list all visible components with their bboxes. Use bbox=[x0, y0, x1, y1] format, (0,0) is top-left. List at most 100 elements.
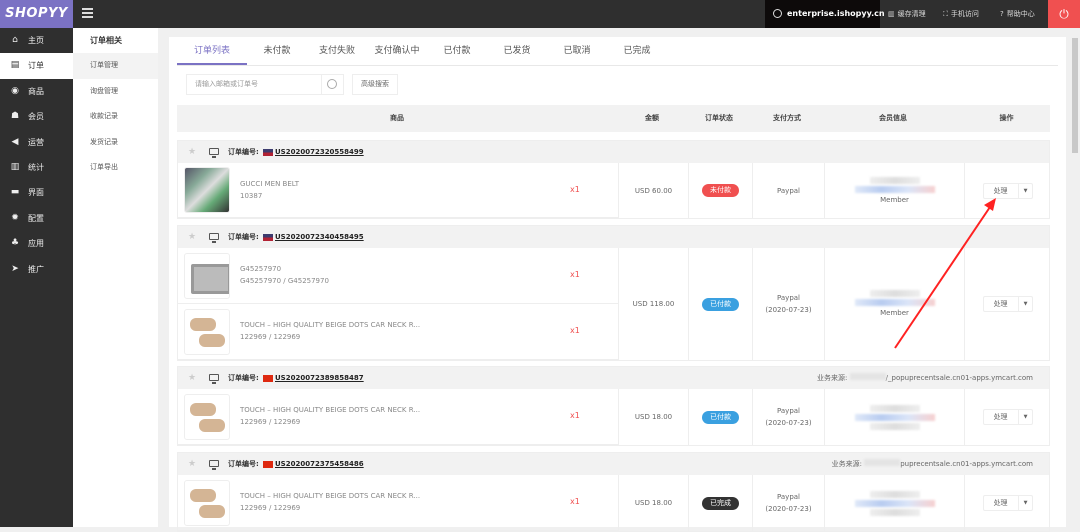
sidebar-item[interactable]: ◉ 商品 bbox=[0, 79, 73, 104]
subnav-item[interactable]: 订单导出 bbox=[73, 155, 158, 181]
payment-cell: Paypal (2020-07-23) bbox=[752, 475, 824, 531]
star-icon[interactable]: ★ bbox=[188, 367, 196, 389]
product-thumbnail[interactable] bbox=[184, 393, 230, 440]
member-cell bbox=[824, 389, 964, 445]
cache-clear-button[interactable]: ▥ 缓存清理 bbox=[888, 0, 926, 28]
col-action: 操作 bbox=[999, 114, 1014, 122]
subnav-item[interactable]: 询盘管理 bbox=[73, 79, 158, 105]
product-thumbnail[interactable] bbox=[184, 167, 230, 213]
search-icon[interactable] bbox=[321, 75, 343, 94]
process-button[interactable]: 处理 bbox=[984, 410, 1018, 424]
chevron-down-icon[interactable]: ▼ bbox=[1017, 410, 1033, 424]
product-qty: x1 bbox=[570, 411, 580, 420]
product-row: TOUCH – HIGH QUALITY BEIGE DOTS CAR NECK… bbox=[178, 389, 618, 445]
process-dropdown[interactable]: 处理 ▼ bbox=[982, 296, 1034, 312]
product-name[interactable]: TOUCH – HIGH QUALITY BEIGE DOTS CAR NECK… bbox=[240, 321, 420, 329]
sidebar-item[interactable]: ☗ 会员 bbox=[0, 104, 73, 129]
sidebar-item[interactable]: ⌂ 主页 bbox=[0, 28, 73, 53]
search-input[interactable]: 请输入邮箱或订单号 bbox=[186, 74, 344, 95]
product-qty: x1 bbox=[570, 497, 580, 506]
blurred-member-email[interactable] bbox=[854, 185, 935, 193]
order-number-label: 订单编号: bbox=[228, 233, 259, 241]
product-thumbnail[interactable] bbox=[184, 308, 230, 355]
star-icon[interactable]: ★ bbox=[188, 141, 196, 163]
source-label: 业务来源: bbox=[817, 374, 848, 382]
order-amount: USD 118.00 bbox=[632, 300, 675, 308]
chevron-down-icon[interactable]: ▼ bbox=[1017, 297, 1033, 311]
sidebar-item[interactable]: ♣ 应用 bbox=[0, 231, 73, 256]
tab[interactable]: 已取消 bbox=[547, 37, 607, 65]
order-number-link[interactable]: US2020072320558499 bbox=[275, 141, 364, 163]
store-domain-link[interactable]: enterprise.ishopyy.cn bbox=[765, 0, 885, 28]
blurred-member-email[interactable] bbox=[854, 499, 935, 507]
order-number-link[interactable]: US2020072340458495 bbox=[275, 226, 364, 248]
blurred-member-email[interactable] bbox=[854, 299, 935, 306]
mobile-label: 手机访问 bbox=[950, 10, 979, 18]
tab[interactable]: 订单列表 bbox=[177, 37, 247, 65]
tab[interactable]: 支付确认中 bbox=[367, 37, 427, 65]
sidebar-item[interactable]: ▤ 订单 bbox=[0, 53, 73, 79]
scrollbar-thumb[interactable] bbox=[1072, 38, 1078, 153]
subnav-item[interactable]: 订单管理 bbox=[73, 53, 158, 79]
scrollbar[interactable] bbox=[1070, 28, 1080, 527]
tab[interactable]: 支付失败 bbox=[307, 37, 367, 65]
order-status-cell: 未付款 bbox=[688, 163, 752, 218]
product-name[interactable]: GUCCI MEN BELT bbox=[240, 180, 299, 188]
advanced-search-button[interactable]: 高级搜索 bbox=[352, 74, 398, 95]
cache-label: 缓存清理 bbox=[897, 10, 926, 18]
sidebar-item[interactable]: ◀ 运营 bbox=[0, 130, 73, 155]
desktop-icon bbox=[209, 374, 219, 384]
help-center-button[interactable]: ? 帮助中心 bbox=[1000, 0, 1035, 28]
product-thumbnail[interactable] bbox=[184, 252, 230, 299]
hamburger-menu-icon[interactable] bbox=[82, 8, 93, 18]
sidebar-item[interactable]: ▥ 统计 bbox=[0, 155, 73, 180]
tab[interactable]: 未付款 bbox=[247, 37, 307, 65]
chevron-down-icon[interactable]: ▼ bbox=[1017, 183, 1033, 198]
member-cell: Member bbox=[824, 248, 964, 360]
desktop-icon bbox=[209, 233, 219, 243]
sidebar-item-label: 界面 bbox=[28, 188, 44, 198]
member-icon: ☗ bbox=[10, 111, 20, 122]
process-button[interactable]: 处理 bbox=[984, 297, 1018, 311]
product-name[interactable]: G45257970 bbox=[240, 265, 281, 273]
process-dropdown[interactable]: 处理 ▼ bbox=[982, 182, 1034, 199]
process-button[interactable]: 处理 bbox=[984, 496, 1018, 510]
subnav-item[interactable]: 发货记录 bbox=[73, 130, 158, 156]
tab[interactable]: 已发货 bbox=[487, 37, 547, 65]
status-badge: 未付款 bbox=[702, 184, 739, 197]
col-member: 会员信息 bbox=[879, 114, 907, 122]
order-header: ★ 订单编号: US2020072375458486 业务来源: puprece… bbox=[178, 453, 1049, 475]
member-level: Member bbox=[880, 309, 909, 317]
tab[interactable]: 已完成 bbox=[607, 37, 667, 65]
star-icon[interactable]: ★ bbox=[188, 226, 196, 248]
sidebar-item[interactable]: ➤ 推广 bbox=[0, 257, 73, 282]
scan-icon: ⛶ bbox=[943, 10, 948, 18]
product-sku: 10387 bbox=[240, 191, 263, 200]
flag-icon bbox=[263, 234, 273, 241]
source-url: /_popuprecentsale.cn01-apps.ymcart.com bbox=[885, 374, 1033, 382]
order-number-link[interactable]: US2020072375458486 bbox=[275, 453, 364, 475]
order-number-label: 订单编号: bbox=[228, 148, 259, 156]
logo[interactable]: SHOPYY bbox=[0, 0, 73, 28]
tab[interactable]: 已付款 bbox=[427, 37, 487, 65]
star-icon[interactable]: ★ bbox=[188, 453, 196, 475]
sidebar-item[interactable]: ▬ 界面 bbox=[0, 180, 73, 205]
process-dropdown[interactable]: 处理 ▼ bbox=[982, 409, 1034, 425]
order-source: 业务来源: puprecentsale.cn01-apps.ymcart.com bbox=[832, 453, 1033, 475]
layout-icon: ▬ bbox=[10, 187, 20, 198]
product-row: G45257970 G45257970 / G45257970 x1 bbox=[178, 248, 618, 304]
send-icon: ➤ bbox=[11, 263, 19, 274]
process-dropdown[interactable]: 处理 ▼ bbox=[982, 495, 1034, 511]
product-name[interactable]: TOUCH – HIGH QUALITY BEIGE DOTS CAR NECK… bbox=[240, 492, 420, 500]
sidebar-item[interactable]: ✹ 配置 bbox=[0, 206, 73, 231]
product-name[interactable]: TOUCH – HIGH QUALITY BEIGE DOTS CAR NECK… bbox=[240, 406, 420, 414]
subnav-item[interactable]: 收款记录 bbox=[73, 104, 158, 130]
order-number-link[interactable]: US2020072389858487 bbox=[275, 367, 364, 389]
chevron-down-icon[interactable]: ▼ bbox=[1017, 496, 1033, 510]
product-thumbnail[interactable] bbox=[184, 479, 230, 526]
desktop-icon bbox=[209, 148, 219, 158]
blurred-member-email[interactable] bbox=[854, 413, 935, 421]
mobile-access-button[interactable]: ⛶ 手机访问 bbox=[943, 0, 979, 28]
process-button[interactable]: 处理 bbox=[984, 184, 1018, 198]
logout-power-button[interactable]: ⏻ bbox=[1048, 0, 1080, 28]
